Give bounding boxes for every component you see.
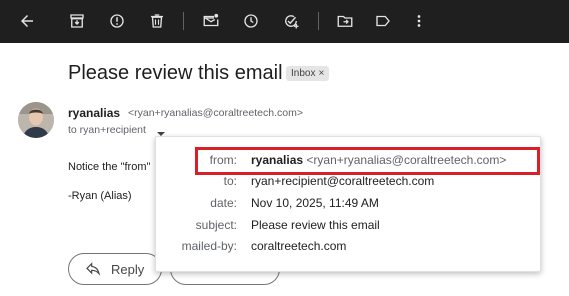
- toolbar-divider: [183, 12, 184, 30]
- remove-label-icon[interactable]: ×: [318, 66, 324, 81]
- more-vert-icon[interactable]: [408, 10, 430, 32]
- to-label: to:: [223, 174, 237, 188]
- inbox-label-text: Inbox: [291, 68, 316, 79]
- sender-name: ryanalias: [68, 106, 121, 120]
- subject-value: Please review this email: [251, 218, 380, 232]
- label-icon[interactable]: [372, 10, 394, 32]
- mark-unread-icon[interactable]: [200, 10, 222, 32]
- email-subject: Please review this email: [68, 62, 283, 84]
- from-value: ryanalias <ryan+ryanalias@coraltreetech.…: [251, 153, 506, 167]
- details-row-subject: subject: Please review this email: [156, 216, 542, 236]
- move-to-icon[interactable]: [334, 10, 356, 32]
- details-row-mailed-by: mailed-by: coraltreetech.com: [156, 237, 542, 257]
- message-details-popup: from: ryanalias <ryan+ryanalias@coraltre…: [155, 136, 541, 272]
- reply-button[interactable]: Reply: [68, 253, 162, 285]
- back-arrow-icon[interactable]: [16, 10, 38, 32]
- email-signature: -Ryan (Alias): [68, 190, 132, 202]
- show-details-caret-icon[interactable]: [156, 126, 166, 136]
- archive-icon[interactable]: [66, 10, 88, 32]
- date-value: Nov 10, 2025, 11:49 AM: [251, 196, 379, 210]
- recipient-summary: to ryan+recipient: [68, 124, 146, 136]
- inbox-label-badge[interactable]: Inbox ×: [286, 66, 330, 81]
- mailed-by-label: mailed-by:: [181, 239, 237, 253]
- delete-icon[interactable]: [146, 10, 168, 32]
- date-label: date:: [210, 196, 237, 210]
- email-body-line: Notice the "from": [68, 161, 151, 173]
- toolbar-divider: [318, 12, 319, 30]
- reply-button-label: Reply: [111, 261, 145, 277]
- reply-arrow-icon: [86, 262, 101, 276]
- top-toolbar: [0, 0, 569, 43]
- snooze-icon[interactable]: [240, 10, 262, 32]
- add-task-icon[interactable]: [280, 10, 302, 32]
- details-row-from: from: ryanalias <ryan+ryanalias@coraltre…: [156, 151, 542, 171]
- report-spam-icon[interactable]: [106, 10, 128, 32]
- from-name: ryanalias: [251, 153, 304, 167]
- details-row-date: date: Nov 10, 2025, 11:49 AM: [156, 194, 542, 214]
- sender-email: <ryan+ryanalias@coraltreetech.com>: [128, 107, 303, 119]
- subject-label: subject:: [195, 218, 237, 232]
- to-value: ryan+recipient@coraltreetech.com: [251, 174, 435, 188]
- mailed-by-value: coraltreetech.com: [251, 239, 347, 253]
- avatar[interactable]: [18, 102, 54, 138]
- details-row-to: to: ryan+recipient@coraltreetech.com: [156, 172, 542, 192]
- from-email: <ryan+ryanalias@coraltreetech.com>: [306, 153, 507, 167]
- from-label: from:: [209, 153, 237, 167]
